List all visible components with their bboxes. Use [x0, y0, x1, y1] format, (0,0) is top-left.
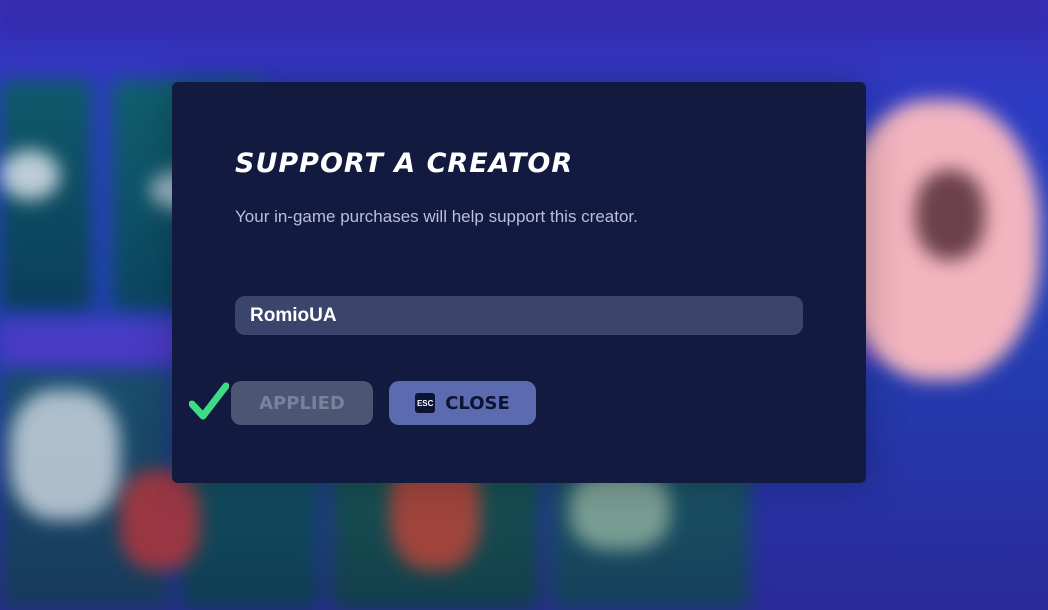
dialog-subtitle: Your in-game purchases will help support… [235, 207, 638, 226]
close-button-label: CLOSE [445, 392, 510, 414]
blurred-featured-art [915, 170, 985, 260]
creator-code-input[interactable] [235, 296, 803, 335]
dialog-title: SUPPORT A CREATOR [235, 148, 574, 179]
blurred-top-nav [0, 0, 1048, 36]
blurred-item-art [10, 390, 120, 520]
support-creator-dialog: SUPPORT A CREATOR Your in-game purchases… [172, 82, 866, 483]
blurred-item-art [120, 470, 200, 570]
close-button[interactable]: ESC CLOSE [389, 381, 536, 425]
esc-key-icon: ESC [415, 393, 436, 413]
check-icon [189, 382, 229, 420]
blurred-item-art [0, 150, 60, 200]
applied-button-label: APPLIED [259, 392, 345, 414]
applied-button[interactable]: APPLIED [231, 381, 373, 425]
